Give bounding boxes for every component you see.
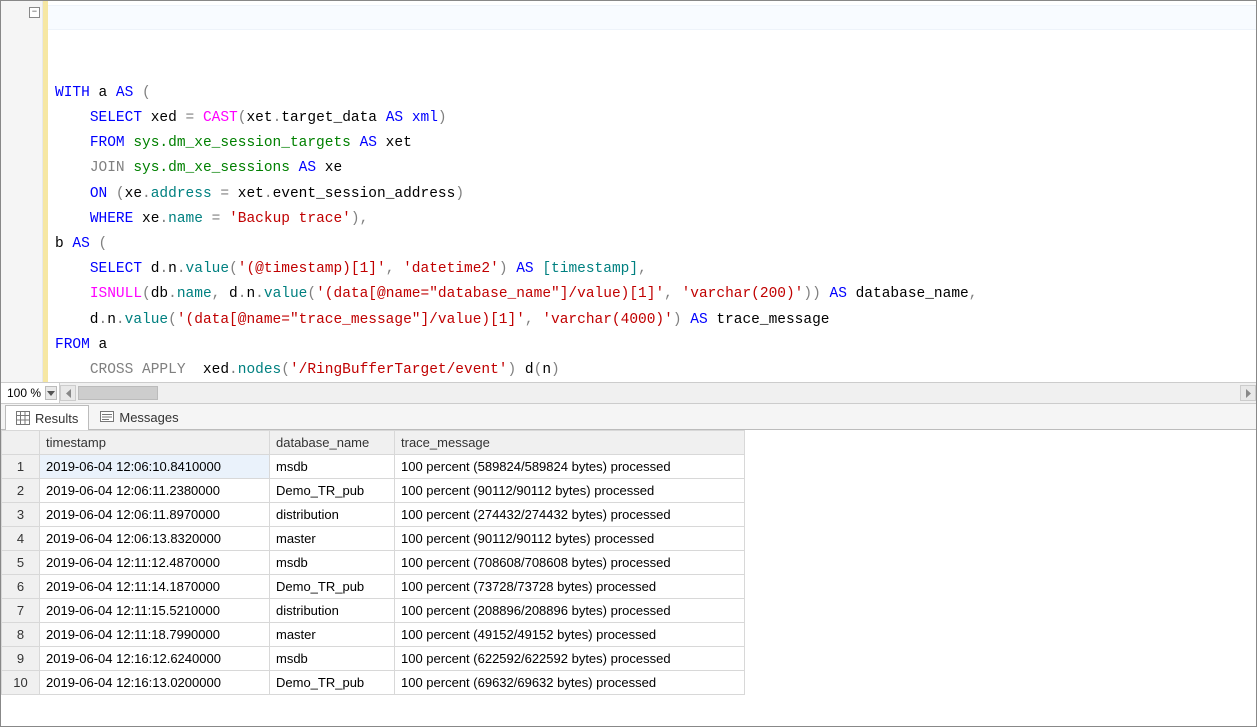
table-row[interactable]: 52019-06-04 12:11:12.4870000msdb100 perc…	[2, 551, 745, 575]
table-row[interactable]: 62019-06-04 12:11:14.1870000Demo_TR_pub1…	[2, 575, 745, 599]
editor-pane: − WITH a AS ( SELECT xed = CAST(xet.targ…	[1, 1, 1256, 382]
sql-editor[interactable]: WITH a AS ( SELECT xed = CAST(xet.target…	[43, 1, 1256, 382]
scroll-left-icon[interactable]	[60, 385, 76, 401]
grid-cell[interactable]: Demo_TR_pub	[270, 479, 395, 503]
table-row[interactable]: 72019-06-04 12:11:15.5210000distribution…	[2, 599, 745, 623]
col-header-database-name[interactable]: database_name	[270, 431, 395, 455]
grid-corner[interactable]	[2, 431, 40, 455]
grid-cell[interactable]: 2019-06-04 12:06:10.8410000	[40, 455, 270, 479]
grid-cell[interactable]: 100 percent (90112/90112 bytes) processe…	[395, 527, 745, 551]
row-header[interactable]: 1	[2, 455, 40, 479]
code-line[interactable]: SELECT d.n.value('(@timestamp)[1]', 'dat…	[55, 257, 1256, 282]
code-line[interactable]: SELECT xed = CAST(xet.target_data AS xml…	[55, 106, 1256, 131]
grid-cell[interactable]: 100 percent (708608/708608 bytes) proces…	[395, 551, 745, 575]
grid-cell[interactable]: 2019-06-04 12:16:13.0200000	[40, 671, 270, 695]
zoom-value: 100 %	[7, 386, 41, 400]
row-header[interactable]: 4	[2, 527, 40, 551]
table-row[interactable]: 32019-06-04 12:06:11.8970000distribution…	[2, 503, 745, 527]
grid-cell[interactable]: 100 percent (49152/49152 bytes) processe…	[395, 623, 745, 647]
scroll-thumb[interactable]	[78, 386, 158, 400]
ssms-window: − WITH a AS ( SELECT xed = CAST(xet.targ…	[0, 0, 1257, 727]
grid-cell[interactable]: 100 percent (73728/73728 bytes) processe…	[395, 575, 745, 599]
editor-gutter: −	[1, 1, 43, 382]
results-pane: timestamp database_name trace_message 12…	[1, 430, 1256, 726]
row-header[interactable]: 2	[2, 479, 40, 503]
grid-cell[interactable]: 2019-06-04 12:11:14.1870000	[40, 575, 270, 599]
current-line-highlight	[43, 5, 1256, 30]
grid-cell[interactable]: 2019-06-04 12:06:11.8970000	[40, 503, 270, 527]
grid-cell[interactable]: 100 percent (274432/274432 bytes) proces…	[395, 503, 745, 527]
tab-messages-label: Messages	[119, 410, 178, 425]
table-row[interactable]: 42019-06-04 12:06:13.8320000master100 pe…	[2, 527, 745, 551]
grid-cell[interactable]: 100 percent (622592/622592 bytes) proces…	[395, 647, 745, 671]
row-header[interactable]: 5	[2, 551, 40, 575]
code-line[interactable]: ON (xe.address = xet.event_session_addre…	[55, 182, 1256, 207]
grid-cell[interactable]: 2019-06-04 12:16:12.6240000	[40, 647, 270, 671]
code-line[interactable]: WHERE xe.name = 'Backup trace'),	[55, 207, 1256, 232]
grid-cell[interactable]: 100 percent (69632/69632 bytes) processe…	[395, 671, 745, 695]
editor-hscrollbar[interactable]	[60, 385, 1256, 401]
grid-cell[interactable]: 2019-06-04 12:11:18.7990000	[40, 623, 270, 647]
col-header-timestamp[interactable]: timestamp	[40, 431, 270, 455]
row-header[interactable]: 7	[2, 599, 40, 623]
grid-cell[interactable]: 2019-06-04 12:11:12.4870000	[40, 551, 270, 575]
table-row[interactable]: 102019-06-04 12:16:13.0200000Demo_TR_pub…	[2, 671, 745, 695]
grid-cell[interactable]: 2019-06-04 12:06:13.8320000	[40, 527, 270, 551]
grid-cell[interactable]: Demo_TR_pub	[270, 575, 395, 599]
grid-cell[interactable]: 100 percent (90112/90112 bytes) processe…	[395, 479, 745, 503]
table-row[interactable]: 12019-06-04 12:06:10.8410000msdb100 perc…	[2, 455, 745, 479]
grid-cell[interactable]: distribution	[270, 503, 395, 527]
grid-header-row: timestamp database_name trace_message	[2, 431, 745, 455]
grid-cell[interactable]: 100 percent (208896/208896 bytes) proces…	[395, 599, 745, 623]
row-header[interactable]: 9	[2, 647, 40, 671]
code-line[interactable]: WITH a AS (	[55, 81, 1256, 106]
code-line[interactable]: ISNULL(db.name, d.n.value('(data[@name="…	[55, 282, 1256, 307]
code-line[interactable]: FROM sys.dm_xe_session_targets AS xet	[55, 131, 1256, 156]
row-header[interactable]: 10	[2, 671, 40, 695]
code-line[interactable]: FROM a	[55, 333, 1256, 358]
code-line[interactable]: JOIN sys.dm_xe_sessions AS xe	[55, 156, 1256, 181]
change-indicator	[43, 1, 48, 382]
row-header[interactable]: 6	[2, 575, 40, 599]
tab-results-label: Results	[35, 411, 78, 426]
col-header-trace-message[interactable]: trace_message	[395, 431, 745, 455]
results-tabs: Results Messages	[1, 404, 1256, 430]
grid-cell[interactable]: 100 percent (589824/589824 bytes) proces…	[395, 455, 745, 479]
fold-toggle-icon[interactable]: −	[29, 7, 40, 18]
tab-results[interactable]: Results	[5, 405, 89, 430]
zoom-combo[interactable]: 100 %	[1, 383, 60, 403]
code-line[interactable]: d.n.value('(data[@name="trace_message"]/…	[55, 308, 1256, 333]
zoom-dropdown-icon[interactable]	[45, 386, 57, 400]
grid-cell[interactable]: master	[270, 527, 395, 551]
grid-cell[interactable]: Demo_TR_pub	[270, 671, 395, 695]
grid-icon	[16, 411, 30, 425]
row-header[interactable]: 3	[2, 503, 40, 527]
grid-cell[interactable]: 2019-06-04 12:06:11.2380000	[40, 479, 270, 503]
code-line[interactable]: b AS (	[55, 232, 1256, 257]
code-line[interactable]: CROSS APPLY xed.nodes('/RingBufferTarget…	[55, 358, 1256, 382]
row-header[interactable]: 8	[2, 623, 40, 647]
scroll-right-icon[interactable]	[1240, 385, 1256, 401]
grid-cell[interactable]: msdb	[270, 647, 395, 671]
table-row[interactable]: 22019-06-04 12:06:11.2380000Demo_TR_pub1…	[2, 479, 745, 503]
results-grid[interactable]: timestamp database_name trace_message 12…	[1, 430, 745, 695]
table-row[interactable]: 92019-06-04 12:16:12.6240000msdb100 perc…	[2, 647, 745, 671]
editor-status-bar: 100 %	[1, 382, 1256, 404]
messages-icon	[100, 410, 114, 424]
table-row[interactable]: 82019-06-04 12:11:18.7990000master100 pe…	[2, 623, 745, 647]
grid-cell[interactable]: master	[270, 623, 395, 647]
tab-messages[interactable]: Messages	[89, 404, 189, 429]
grid-cell[interactable]: msdb	[270, 455, 395, 479]
fold-strip: −	[26, 1, 42, 382]
grid-cell[interactable]: 2019-06-04 12:11:15.5210000	[40, 599, 270, 623]
grid-cell[interactable]: msdb	[270, 551, 395, 575]
grid-cell[interactable]: distribution	[270, 599, 395, 623]
